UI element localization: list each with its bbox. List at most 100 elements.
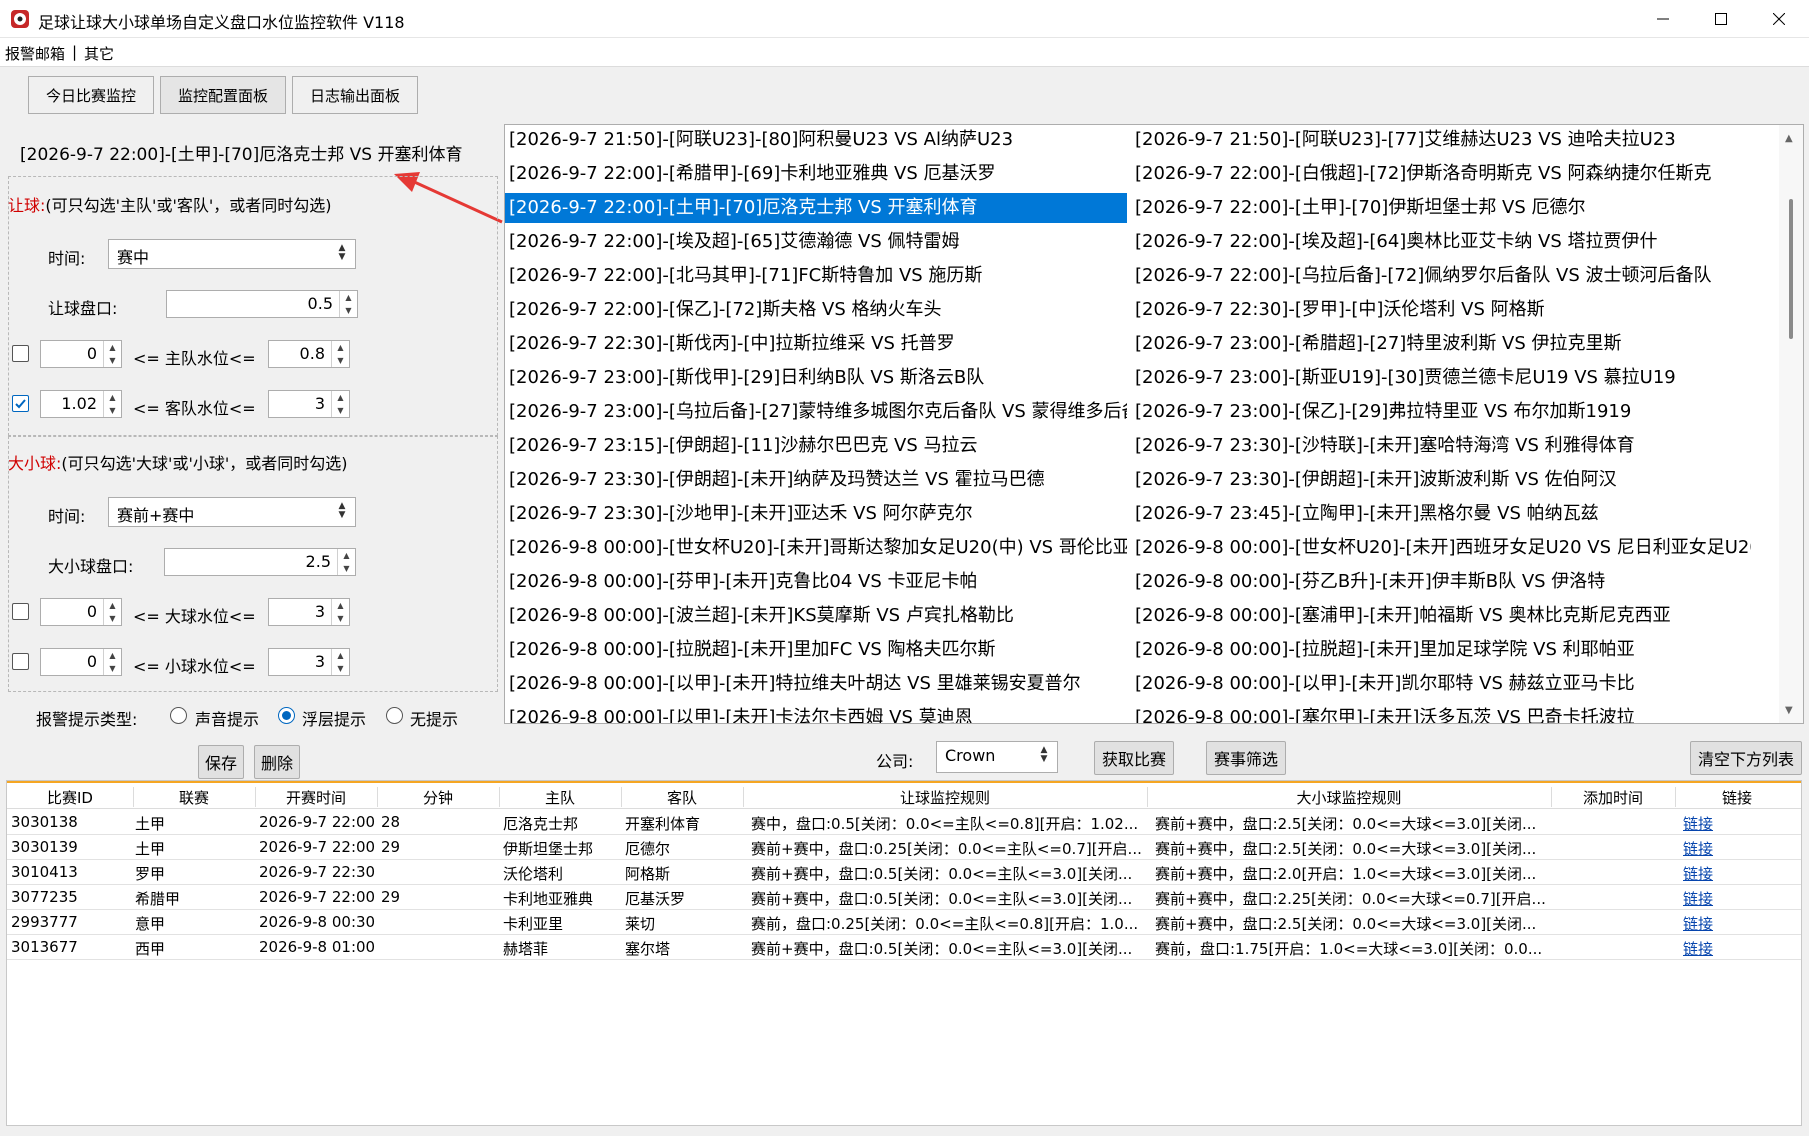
table-row[interactable]: 3077235 希腊甲 2026-9-7 22:00 29 卡利地亚雅典 厄基沃罗 赛前+赛… — [7, 885, 1801, 910]
away-odds-max-spinner[interactable]: 3 ▲ ▼ — [268, 390, 350, 418]
match-list-item[interactable]: [2026-9-7 21:50]-[阿联U23]-[77]艾维赫达U23 VS … — [1131, 125, 1751, 155]
over-odds-max-spinner[interactable]: 3 ▲ ▼ — [268, 598, 350, 626]
match-list-item[interactable]: [2026-9-7 23:15]-[伊朗超]-[11]沙赫尔巴巴克 VS 马拉云 — [505, 431, 1127, 461]
match-list-item[interactable]: [2026-9-8 00:00]-[塞尔甲]-[未开]沃多瓦茨 VS 巴奇卡托波… — [1131, 703, 1751, 723]
cell-link[interactable]: 链接 — [1683, 863, 1799, 884]
match-list-item[interactable]: [2026-9-7 23:30]-[伊朗超]-[未开]纳萨及玛赞达兰 VS 霍拉… — [505, 465, 1127, 495]
tab-today-monitor[interactable]: 今日比赛监控 — [28, 76, 154, 114]
match-list-item[interactable]: [2026-9-7 22:00]-[埃及超]-[64]奥林比亚艾卡纳 VS 塔拉… — [1131, 227, 1751, 257]
cell-link[interactable]: 链接 — [1683, 813, 1799, 834]
match-list-item[interactable]: [2026-9-8 00:00]-[以甲]-[未开]卡法尔卡西姆 VS 莫迪恩 — [505, 703, 1127, 723]
match-list-item[interactable]: [2026-9-7 23:30]-[沙地甲]-[未开]亚达禾 VS 阿尔萨克尔 — [505, 499, 1127, 529]
match-list-item[interactable]: [2026-9-7 23:00]-[保乙]-[29]弗拉特里亚 VS 布尔加斯1… — [1131, 397, 1751, 427]
under-odds-checkbox[interactable] — [12, 653, 29, 670]
match-list-item[interactable]: [2026-9-7 23:00]-[希腊超]-[27]特里波利斯 VS 伊拉克里… — [1131, 329, 1751, 359]
match-list-item[interactable]: [2026-9-8 00:00]-[以甲]-[未开]凯尔耶特 VS 赫兹立亚马卡… — [1131, 669, 1751, 699]
match-list-item[interactable]: [2026-9-7 22:00]-[北马其甲]-[71]FC斯特鲁加 VS 施历… — [505, 261, 1127, 291]
tab-config-panel[interactable]: 监控配置面板 — [160, 76, 286, 114]
away-odds-min-spinner[interactable]: 1.02 ▲ ▼ — [40, 390, 122, 418]
match-list-item[interactable]: [2026-9-8 00:00]-[世女杯U20]-[未开]哥斯达黎加女足U20… — [505, 533, 1127, 563]
match-list-item[interactable]: [2026-9-7 21:50]-[阿联U23]-[80]阿积曼U23 VS A… — [505, 125, 1127, 155]
scroll-up-icon[interactable]: ▲ — [1785, 133, 1793, 144]
match-list-item[interactable]: [2026-9-8 00:00]-[拉脱超]-[未开]里加足球学院 VS 利耶帕… — [1131, 635, 1751, 665]
close-button[interactable] — [1750, 0, 1808, 38]
match-list-item[interactable]: [2026-9-7 23:00]-[斯亚U19]-[30]贾德兰德卡尼U19 V… — [1131, 363, 1751, 393]
menu-other[interactable]: 其它 — [84, 43, 114, 64]
match-list-scrollbar[interactable]: ▲ ▼ — [1779, 125, 1803, 723]
alert-overlay-label[interactable]: 浮层提示 — [302, 706, 366, 730]
match-list-item[interactable]: [2026-9-7 23:30]-[沙特联]-[未开]塞哈特海湾 VS 利雅得体… — [1131, 431, 1751, 461]
match-list-item[interactable]: [2026-9-8 00:00]-[波兰超]-[未开]KS莫摩斯 VS 卢宾扎格… — [505, 601, 1127, 631]
company-select[interactable]: Crown ▲ ▼ — [936, 741, 1058, 773]
alert-sound-label[interactable]: 声音提示 — [195, 706, 259, 730]
spinner-arrows-icon[interactable]: ▲ ▼ — [331, 599, 349, 625]
under-odds-max-spinner[interactable]: 3 ▲ ▼ — [268, 648, 350, 676]
cell-link[interactable]: 链接 — [1683, 938, 1799, 959]
save-button[interactable]: 保存 — [198, 745, 244, 779]
match-list-item[interactable]: [2026-9-7 22:00]-[保乙]-[72]斯夫格 VS 格纳火车头 — [505, 295, 1127, 325]
spinner-arrows-icon[interactable]: ▲ ▼ — [331, 649, 349, 675]
match-list-item[interactable]: [2026-9-8 00:00]-[以甲]-[未开]特拉维夫叶胡达 VS 里雄莱… — [505, 669, 1127, 699]
match-list-item[interactable]: [2026-9-7 22:00]-[埃及超]-[65]艾德瀚德 VS 佩特雷姆 — [505, 227, 1127, 257]
home-odds-min-spinner[interactable]: 0 ▲ ▼ — [40, 340, 122, 368]
over-odds-min-spinner[interactable]: 0 ▲ ▼ — [40, 598, 122, 626]
table-hscrollbar[interactable] — [6, 1126, 1802, 1134]
spinner-arrows-icon[interactable]: ▲ ▼ — [103, 599, 121, 625]
match-list-item[interactable]: [2026-9-8 00:00]-[芬乙B升]-[未开]伊丰斯B队 VS 伊洛特 — [1131, 567, 1751, 597]
scroll-thumb[interactable] — [1789, 199, 1793, 339]
match-list-item[interactable]: [2026-9-7 23:45]-[立陶甲]-[未开]黑格尔曼 VS 帕纳瓦兹 — [1131, 499, 1751, 529]
table-row[interactable]: 3030139 土甲 2026-9-7 22:00 29 伊斯坦堡士邦 厄德尔 赛前+赛中，… — [7, 835, 1801, 860]
maximize-button[interactable] — [1692, 0, 1750, 38]
spinner-arrows-icon[interactable]: ▲ ▼ — [331, 341, 349, 367]
table-row[interactable]: 2993777 意甲 2026-9-8 00:30 卡利亚里 莱切 赛前，盘口:0.25[… — [7, 910, 1801, 935]
spinner-arrows-icon[interactable]: ▲ ▼ — [337, 549, 355, 575]
alert-none-radio[interactable] — [386, 707, 403, 724]
match-list-item[interactable]: [2026-9-8 00:00]-[塞浦甲]-[未开]帕福斯 VS 奥林比克斯尼… — [1131, 601, 1751, 631]
match-list[interactable]: [2026-9-7 21:50]-[阿联U23]-[80]阿积曼U23 VS A… — [504, 124, 1804, 724]
scroll-down-icon[interactable]: ▼ — [1785, 705, 1793, 716]
alert-overlay-radio[interactable] — [278, 707, 295, 724]
over-odds-checkbox[interactable] — [12, 603, 29, 620]
home-odds-checkbox[interactable] — [12, 345, 29, 362]
match-list-item[interactable]: [2026-9-8 00:00]-[拉脱超]-[未开]里加FC VS 陶格夫匹尔… — [505, 635, 1127, 665]
fetch-matches-button[interactable]: 获取比赛 — [1094, 741, 1174, 775]
under-odds-min-spinner[interactable]: 0 ▲ ▼ — [40, 648, 122, 676]
delete-button[interactable]: 删除 — [254, 745, 300, 779]
spinner-arrows-icon[interactable]: ▲ ▼ — [339, 291, 357, 317]
spinner-arrows-icon[interactable]: ▲ ▼ — [103, 341, 121, 367]
match-list-item[interactable]: [2026-9-8 00:00]-[世女杯U20]-[未开]西班牙女足U20 V… — [1131, 533, 1751, 563]
cell-link[interactable]: 链接 — [1683, 913, 1799, 934]
table-row[interactable]: 3013677 西甲 2026-9-8 01:00 赫塔菲 塞尔塔 赛前+赛中，盘口:0.… — [7, 935, 1801, 960]
cell-link[interactable]: 链接 — [1683, 888, 1799, 909]
away-odds-checkbox[interactable] — [12, 395, 29, 412]
overunder-line-spinner[interactable]: 2.5 ▲ ▼ — [164, 548, 356, 576]
match-list-item[interactable]: [2026-9-7 22:30]-[罗甲]-[中]沃伦塔利 VS 阿格斯 — [1131, 295, 1751, 325]
clear-list-button[interactable]: 清空下方列表 — [1690, 741, 1802, 775]
minimize-button[interactable] — [1634, 0, 1692, 38]
handicap-time-select[interactable]: 赛中 ▲ ▼ — [108, 239, 356, 269]
match-list-item[interactable]: [2026-9-7 22:00]-[乌拉后备]-[72]佩纳罗尔后备队 VS 波… — [1131, 261, 1751, 291]
alert-sound-radio[interactable] — [170, 707, 187, 724]
match-list-item[interactable]: [2026-9-7 23:00]-[斯伐甲]-[29]日利纳B队 VS 斯洛云B… — [505, 363, 1127, 393]
cell-link[interactable]: 链接 — [1683, 838, 1799, 859]
match-list-item[interactable]: [2026-9-7 22:00]-[土甲]-[70]伊斯坦堡士邦 VS 厄德尔 — [1131, 193, 1751, 223]
home-odds-max-spinner[interactable]: 0.8 ▲ ▼ — [268, 340, 350, 368]
menu-alert-email[interactable]: 报警邮箱 — [5, 43, 65, 64]
table-row[interactable]: 3010413 罗甲 2026-9-7 22:30 沃伦塔利 阿格斯 赛前+赛中，盘口:0… — [7, 860, 1801, 885]
spinner-arrows-icon[interactable]: ▲ ▼ — [103, 391, 121, 417]
match-list-item[interactable]: [2026-9-7 23:30]-[伊朗超]-[未开]波斯波利斯 VS 佐伯阿汉 — [1131, 465, 1751, 495]
match-list-item[interactable]: [2026-9-7 22:00]-[土甲]-[70]厄洛克士邦 VS 开塞利体育 — [505, 193, 1127, 223]
match-list-item[interactable]: [2026-9-7 23:00]-[乌拉后备]-[27]蒙特维多城图尔克后备队 … — [505, 397, 1127, 427]
match-list-item[interactable]: [2026-9-7 22:30]-[斯伐丙]-[中]拉斯拉维采 VS 托普罗 — [505, 329, 1127, 359]
match-list-item[interactable]: [2026-9-8 00:00]-[芬甲]-[未开]克鲁比04 VS 卡亚尼卡帕 — [505, 567, 1127, 597]
tab-log-panel[interactable]: 日志输出面板 — [292, 76, 418, 114]
spinner-arrows-icon[interactable]: ▲ ▼ — [331, 391, 349, 417]
match-list-item[interactable]: [2026-9-7 22:00]-[白俄超]-[72]伊斯洛奇明斯克 VS 阿森… — [1131, 159, 1751, 189]
handicap-line-spinner[interactable]: 0.5 ▲ ▼ — [166, 290, 358, 318]
alert-none-label[interactable]: 无提示 — [410, 706, 458, 730]
filter-matches-button[interactable]: 赛事筛选 — [1206, 741, 1286, 775]
spinner-arrows-icon[interactable]: ▲ ▼ — [103, 649, 121, 675]
match-list-item[interactable]: [2026-9-7 22:00]-[希腊甲]-[69]卡利地亚雅典 VS 厄基沃… — [505, 159, 1127, 189]
table-row[interactable]: 3030138 土甲 2026-9-7 22:00 28 厄洛克士邦 开塞利体育 赛中，盘口… — [7, 810, 1801, 835]
overunder-time-select[interactable]: 赛前+赛中 ▲ ▼ — [108, 497, 356, 527]
